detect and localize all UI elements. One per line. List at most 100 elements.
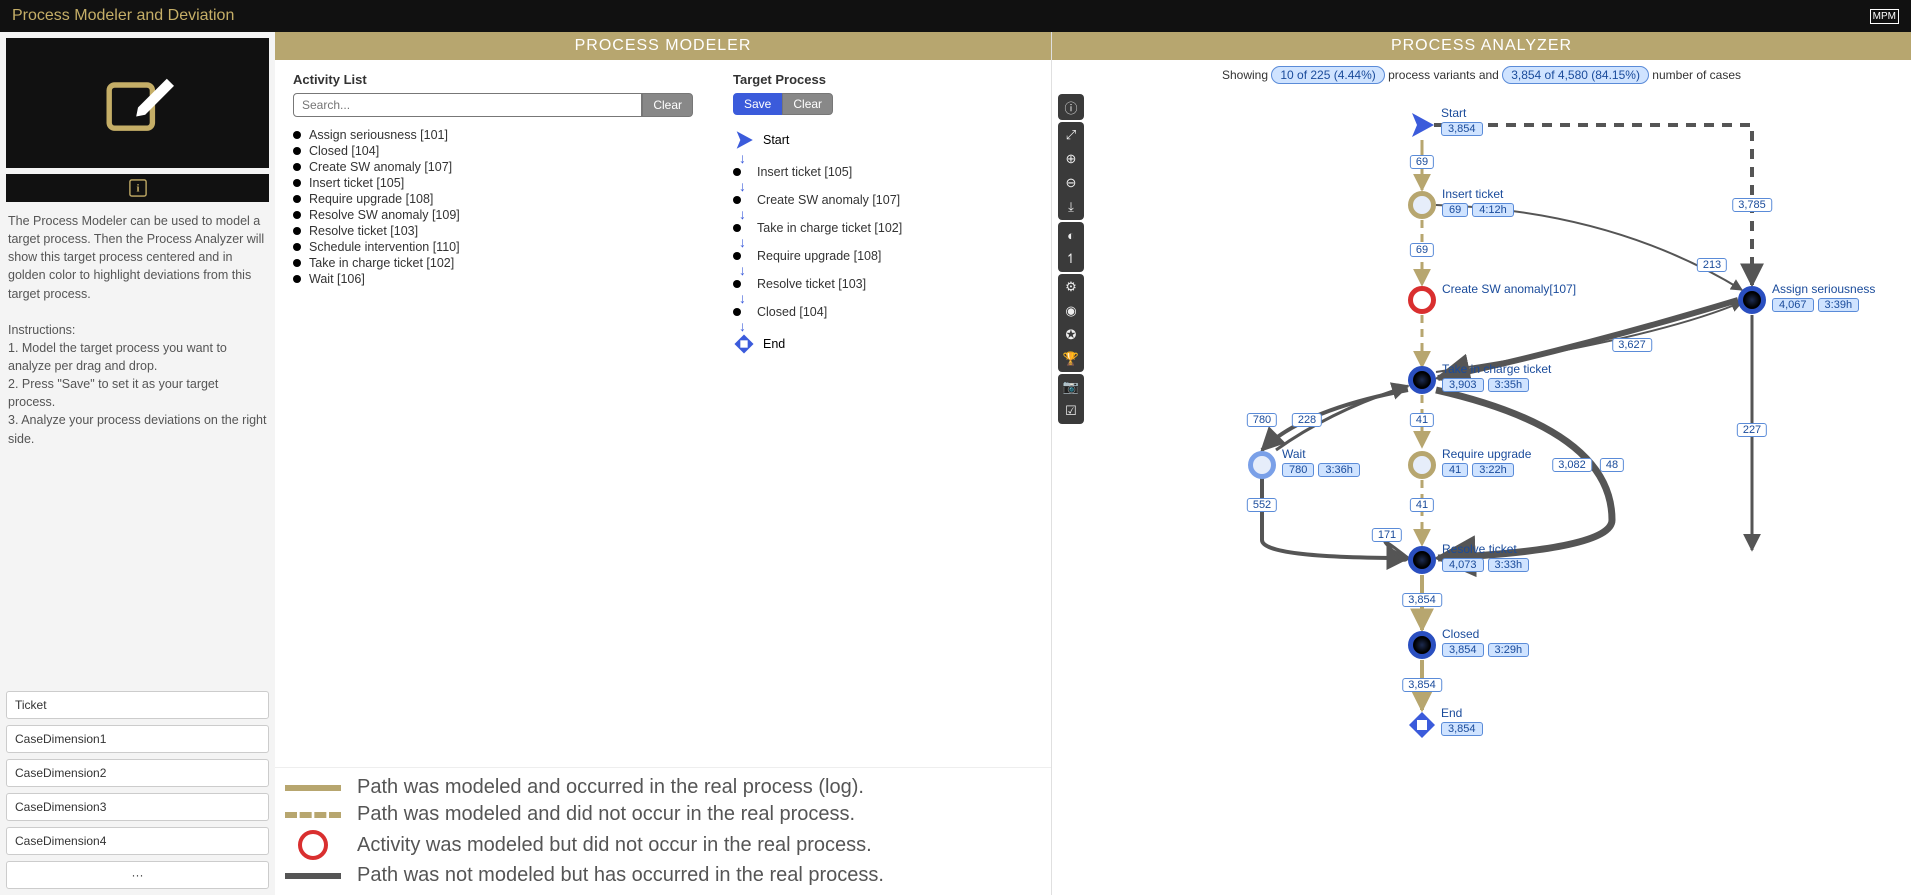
flow-end[interactable]: End	[733, 333, 1033, 355]
tool-zoom-out-icon[interactable]: ⊖	[1060, 172, 1082, 194]
activity-item[interactable]: Wait [106]	[293, 271, 693, 287]
arrow-down-icon: ↓	[733, 151, 1033, 165]
activity-item[interactable]: Assign seriousness [101]	[293, 127, 693, 143]
flow-step[interactable]: Create SW anomaly [107]	[733, 193, 1033, 207]
node-take[interactable]: Take in charge ticket3,9033:35h	[1408, 366, 1436, 394]
activity-node-icon	[1408, 546, 1436, 574]
target-process-label: Target Process	[733, 72, 1033, 87]
target-clear-button[interactable]: Clear	[782, 93, 833, 115]
arrow-down-icon: ↓	[733, 207, 1033, 221]
analyzer-filter-summary: Showing 10 of 225 (4.44%) process varian…	[1052, 60, 1911, 90]
edge-label: 3,785	[1732, 198, 1772, 212]
node-start[interactable]: Start3,854	[1407, 110, 1437, 140]
sidebar-description: The Process Modeler can be used to model…	[6, 208, 269, 452]
field-cd4[interactable]: CaseDimension4	[6, 827, 269, 855]
top-bar: Process Modeler and Deviation MPM	[0, 0, 1911, 32]
save-button[interactable]: Save	[733, 93, 782, 115]
tool-opt1-icon[interactable]: ⚙	[1060, 276, 1082, 298]
activity-list-label: Activity List	[293, 72, 693, 87]
activity-item[interactable]: Resolve SW anomaly [109]	[293, 207, 693, 223]
arrow-down-icon: ↓	[733, 319, 1033, 333]
node-require[interactable]: Require upgrade413:22h	[1408, 451, 1436, 479]
edge-label: 3,627	[1612, 338, 1652, 352]
tool-trophy-icon[interactable]: 🏆	[1060, 348, 1082, 370]
tool-zoom-in-icon[interactable]: ⊕	[1060, 148, 1082, 170]
edge-label: 552	[1247, 498, 1277, 512]
tool-check-icon[interactable]: ☑	[1060, 400, 1082, 422]
activity-search-input[interactable]	[293, 93, 642, 117]
activity-node-icon	[1738, 286, 1766, 314]
variants-pill[interactable]: 10 of 225 (4.44%)	[1271, 66, 1384, 84]
svg-text:i: i	[136, 183, 139, 195]
tool-mode1-icon[interactable]: ◐	[1060, 224, 1082, 246]
field-cd2[interactable]: CaseDimension2	[6, 759, 269, 787]
end-icon	[733, 333, 755, 355]
activity-item[interactable]: Closed [104]	[293, 143, 693, 159]
dot-icon	[293, 131, 301, 139]
analyzer-title: PROCESS ANALYZER	[1052, 32, 1911, 60]
activity-list: Assign seriousness [101] Closed [104] Cr…	[293, 127, 693, 287]
tool-opt3-icon[interactable]: ✪	[1060, 324, 1082, 346]
cases-pill[interactable]: 3,854 of 4,580 (84.15%)	[1502, 66, 1649, 84]
dot-icon	[733, 224, 741, 232]
tool-download-icon[interactable]: ⤓	[1060, 196, 1082, 218]
node-end[interactable]: End3,854	[1407, 710, 1437, 740]
tool-fit-icon[interactable]: ⤢	[1060, 124, 1082, 146]
edge-label: 3,854	[1402, 678, 1442, 692]
field-cd1[interactable]: CaseDimension1	[6, 725, 269, 753]
sidebar-fields: Ticket CaseDimension1 CaseDimension2 Cas…	[6, 691, 269, 889]
sidebar-info-btn[interactable]: i	[6, 174, 269, 202]
dot-icon	[293, 211, 301, 219]
flow-step[interactable]: Require upgrade [108]	[733, 249, 1033, 263]
activity-item[interactable]: Require upgrade [108]	[293, 191, 693, 207]
flow-step[interactable]: Take in charge ticket [102]	[733, 221, 1033, 235]
activity-node-icon	[1408, 631, 1436, 659]
flow-step[interactable]: Insert ticket [105]	[733, 165, 1033, 179]
dot-icon	[293, 243, 301, 251]
info-icon: i	[129, 179, 147, 197]
tool-mode2-icon[interactable]: ↿	[1060, 248, 1082, 270]
flow-step[interactable]: Closed [104]	[733, 305, 1033, 319]
arrow-down-icon: ↓	[733, 263, 1033, 277]
sidebar: i The Process Modeler can be used to mod…	[0, 32, 275, 895]
edge-label: 41	[1410, 498, 1434, 512]
legend: Path was modeled and occurred in the rea…	[275, 767, 1051, 895]
analyzer-panel: PROCESS ANALYZER Showing 10 of 225 (4.44…	[1051, 32, 1911, 895]
arrow-down-icon: ↓	[733, 235, 1033, 249]
edge-label: 3,082	[1552, 458, 1592, 472]
flow-start[interactable]: Start	[733, 129, 1033, 151]
dot-icon	[733, 280, 741, 288]
dot-icon	[293, 163, 301, 171]
node-closed[interactable]: Closed3,8543:29h	[1408, 631, 1436, 659]
activity-node-icon	[1248, 451, 1276, 479]
node-assign[interactable]: Assign seriousness4,0673:39h	[1738, 286, 1766, 314]
activity-item[interactable]: Insert ticket [105]	[293, 175, 693, 191]
target-flow: Start ↓ Insert ticket [105] ↓ Create SW …	[733, 129, 1033, 355]
dot-icon	[293, 195, 301, 203]
graph-toolbar: ⓘ ⤢ ⊕ ⊖ ⤓ ◐ ↿ ⚙ ◉ ✪ 🏆	[1058, 94, 1084, 424]
dot-icon	[733, 168, 741, 176]
dot-icon	[293, 179, 301, 187]
node-insert[interactable]: Insert ticket694:12h	[1408, 191, 1436, 219]
node-resolve[interactable]: Resolve ticket4,0733:33h	[1408, 546, 1436, 574]
activity-item[interactable]: Resolve ticket [103]	[293, 223, 693, 239]
node-anomaly[interactable]: Create SW anomaly[107]	[1408, 286, 1436, 314]
tool-opt2-icon[interactable]: ◉	[1060, 300, 1082, 322]
activity-item[interactable]: Take in charge ticket [102]	[293, 255, 693, 271]
activity-item[interactable]: Create SW anomaly [107]	[293, 159, 693, 175]
tool-info-icon[interactable]: ⓘ	[1060, 96, 1082, 118]
dot-icon	[293, 147, 301, 155]
activity-item[interactable]: Schedule intervention [110]	[293, 239, 693, 255]
node-wait[interactable]: Wait7803:36h	[1248, 451, 1276, 479]
field-cd3[interactable]: CaseDimension3	[6, 793, 269, 821]
activity-clear-button[interactable]: Clear	[642, 93, 693, 117]
activity-node-icon	[1408, 451, 1436, 479]
legend-swatch-gold-dashed	[285, 812, 341, 818]
activity-node-icon	[1408, 366, 1436, 394]
fields-more[interactable]: ···	[6, 861, 269, 889]
tool-snapshot-icon[interactable]: 📷	[1060, 376, 1082, 398]
process-graph[interactable]: ⓘ ⤢ ⊕ ⊖ ⤓ ◐ ↿ ⚙ ◉ ✪ 🏆	[1052, 90, 1911, 895]
field-ticket[interactable]: Ticket	[6, 691, 269, 719]
flow-step[interactable]: Resolve ticket [103]	[733, 277, 1033, 291]
arrow-down-icon: ↓	[733, 179, 1033, 193]
